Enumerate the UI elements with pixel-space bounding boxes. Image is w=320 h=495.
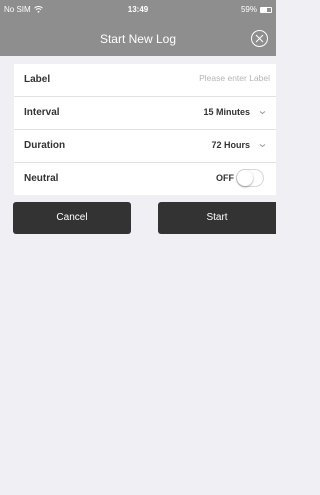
- interval-select-value[interactable]: 15 Minutes: [203, 107, 250, 117]
- close-icon: [255, 34, 264, 43]
- start-new-log-screen: No SIM 13:49 59% Start New Log Label Ple…: [0, 0, 276, 495]
- chevron-down-icon: [259, 144, 266, 148]
- battery-percent: 59%: [240, 5, 257, 14]
- neutral-row: Neutral OFF: [14, 163, 276, 196]
- status-time: 13:49: [127, 5, 149, 14]
- log-settings-form: Label Please enter Label Interval 15 Min…: [14, 64, 276, 195]
- label-input-placeholder[interactable]: Please enter Label: [199, 73, 270, 83]
- start-button[interactable]: Start: [158, 202, 276, 234]
- battery-icon: [260, 6, 272, 13]
- status-bar: No SIM 13:49 59%: [0, 0, 276, 20]
- interval-row[interactable]: Interval 15 Minutes: [14, 97, 276, 130]
- duration-select-value[interactable]: 72 Hours: [211, 140, 250, 150]
- top-bar: No SIM 13:49 59% Start New Log: [0, 0, 276, 56]
- neutral-field-label: Neutral: [24, 173, 59, 184]
- cancel-button[interactable]: Cancel: [13, 202, 131, 234]
- neutral-toggle-state: OFF: [216, 173, 234, 183]
- status-right: 59%: [241, 5, 272, 14]
- neutral-toggle[interactable]: [236, 169, 264, 187]
- toggle-knob: [237, 170, 253, 186]
- label-field-label: Label: [24, 74, 51, 85]
- battery-fill: [261, 7, 267, 12]
- chevron-down-icon: [259, 111, 266, 115]
- duration-field-label: Duration: [24, 140, 66, 151]
- interval-field-label: Interval: [24, 107, 60, 118]
- label-row[interactable]: Label Please enter Label: [14, 64, 276, 97]
- page-title: Start New Log: [99, 32, 177, 46]
- close-button[interactable]: [251, 30, 268, 47]
- duration-row[interactable]: Duration 72 Hours: [14, 130, 276, 163]
